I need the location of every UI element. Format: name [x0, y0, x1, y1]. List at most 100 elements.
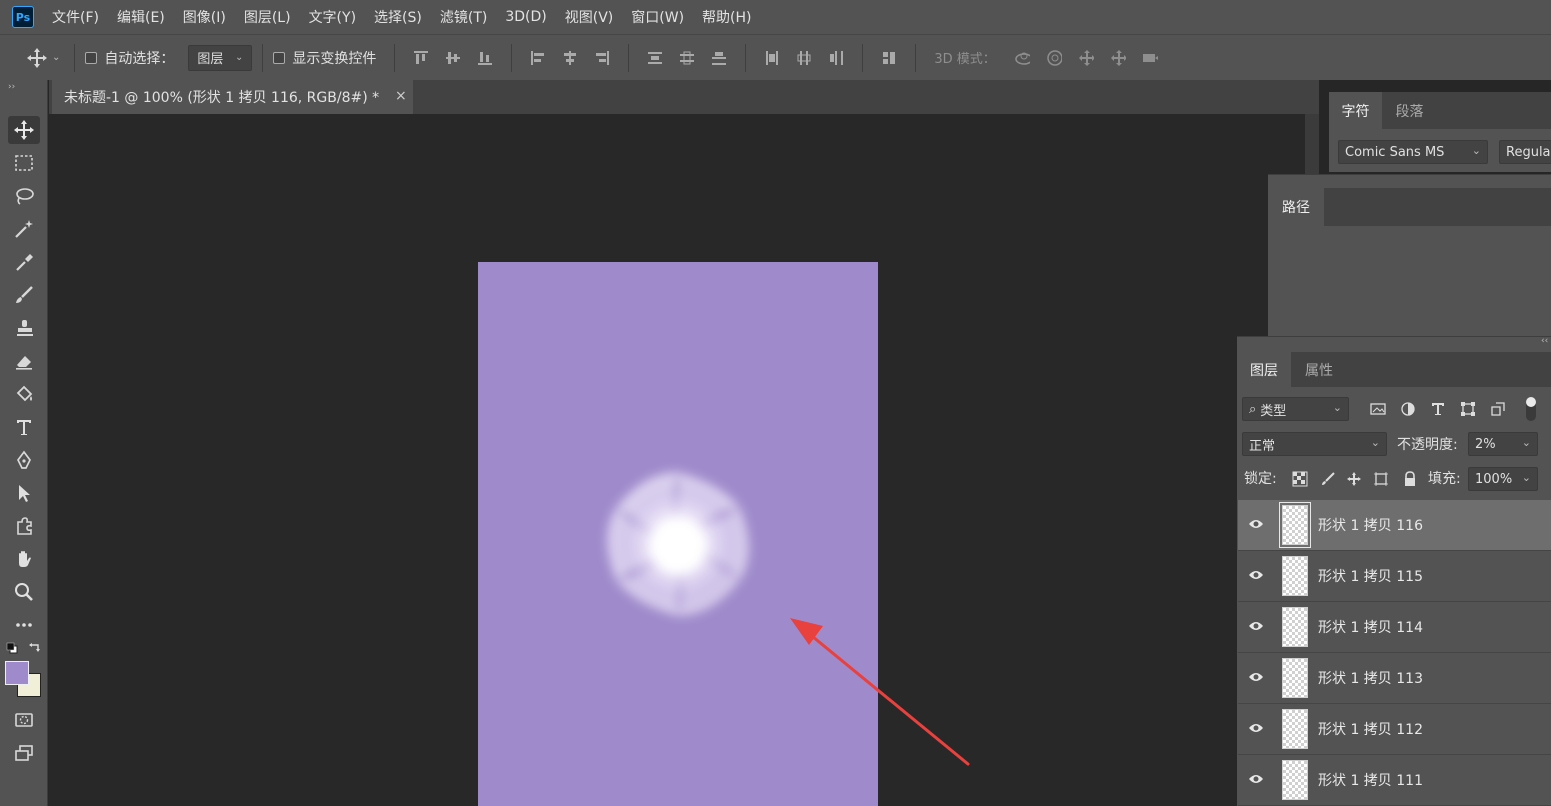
font-style-select[interactable]: Regular — [1499, 140, 1551, 164]
show-transform-checkbox[interactable] — [273, 51, 286, 64]
distribute-left-icon[interactable] — [764, 50, 780, 66]
default-colors-icon[interactable] — [6, 642, 18, 654]
distribute-bottom-icon[interactable] — [711, 50, 727, 66]
align-top-icon[interactable] — [413, 50, 429, 66]
menu-3d[interactable]: 3D(D) — [505, 9, 546, 25]
filter-adjustment-icon[interactable] — [1400, 401, 1416, 417]
distribute-hcenter-icon[interactable] — [796, 50, 812, 66]
collapse-toolbar-icon[interactable]: ›› — [8, 82, 15, 92]
distribute-top-icon[interactable] — [647, 50, 663, 66]
filter-pixel-icon[interactable] — [1370, 401, 1386, 417]
eye-icon[interactable] — [1248, 722, 1264, 734]
clone-stamp-tool[interactable] — [8, 314, 40, 342]
align-bottom-icon[interactable] — [477, 50, 493, 66]
menu-window[interactable]: 窗口(W) — [631, 7, 684, 27]
path-selection-tool[interactable] — [8, 479, 40, 507]
align-hcenter-icon[interactable] — [562, 50, 578, 66]
align-vcenter-icon[interactable] — [445, 50, 461, 66]
tab-layers[interactable]: 图层 — [1237, 352, 1291, 387]
auto-select-checkbox[interactable] — [85, 51, 98, 64]
pen-tool[interactable] — [8, 446, 40, 474]
layer-row[interactable]: 形状 1 拷贝 112 — [1238, 704, 1551, 755]
brush-tool[interactable] — [8, 281, 40, 309]
menu-image[interactable]: 图像(I) — [183, 7, 226, 27]
custom-shape-tool[interactable] — [8, 512, 40, 540]
layer-row[interactable]: 形状 1 拷贝 116 — [1238, 500, 1551, 551]
3d-slide-icon[interactable] — [1110, 49, 1126, 66]
fill-input[interactable]: 100% ⌄ — [1468, 467, 1538, 491]
quick-mask-button[interactable] — [8, 706, 40, 734]
paint-bucket-tool[interactable] — [8, 380, 40, 408]
blend-mode-select[interactable]: 正常 ⌄ — [1242, 432, 1387, 456]
eye-icon[interactable] — [1248, 620, 1264, 632]
lock-image-pixels-icon[interactable] — [1320, 471, 1336, 487]
more-tools[interactable] — [8, 611, 40, 639]
eye-icon[interactable] — [1248, 518, 1264, 530]
tab-properties[interactable]: 属性 — [1291, 352, 1347, 387]
auto-select-target-dropdown[interactable]: 图层 ⌄ — [188, 44, 253, 71]
hand-tool[interactable] — [8, 545, 40, 573]
tab-paths[interactable]: 路径 — [1268, 188, 1324, 226]
marquee-tool[interactable] — [8, 149, 40, 177]
stamp-icon — [17, 320, 33, 336]
layer-row[interactable]: 形状 1 拷贝 114 — [1238, 602, 1551, 653]
3d-pan-icon[interactable] — [1078, 49, 1094, 66]
layer-name: 形状 1 拷贝 112 — [1318, 722, 1423, 738]
menu-layer[interactable]: 图层(L) — [244, 7, 291, 27]
move-tool[interactable] — [8, 116, 40, 144]
font-family-select[interactable]: Comic Sans MS ⌄ — [1338, 140, 1488, 164]
eye-icon[interactable] — [1248, 773, 1264, 785]
distribute-right-icon[interactable] — [828, 50, 844, 66]
menu-select[interactable]: 选择(S) — [374, 7, 422, 27]
eyedropper-tool[interactable] — [8, 248, 40, 276]
distribute-vcenter-icon[interactable] — [679, 50, 695, 66]
close-document-icon[interactable]: × — [395, 88, 407, 104]
menu-type[interactable]: 文字(Y) — [309, 7, 356, 27]
tab-paragraph[interactable]: 段落 — [1382, 92, 1437, 129]
opacity-input[interactable]: 2% ⌄ — [1468, 432, 1538, 456]
canvas-workspace[interactable] — [49, 114, 1305, 806]
menu-help[interactable]: 帮助(H) — [702, 7, 751, 27]
zoom-tool[interactable] — [8, 578, 40, 606]
move-tool-preset-icon[interactable]: ⌄ — [26, 47, 60, 69]
document-tab[interactable]: 未标题-1 @ 100% (形状 1 拷贝 116, RGB/8#) * × — [52, 80, 413, 114]
layer-filter-select[interactable]: ⌕ 类型 ⌄ — [1242, 397, 1349, 421]
magic-wand-tool[interactable] — [8, 215, 40, 243]
menu-filter[interactable]: 滤镜(T) — [440, 7, 487, 27]
layer-row[interactable]: 形状 1 拷贝 111 — [1238, 755, 1551, 806]
panel-collapse-icon[interactable]: ‹‹ — [1541, 336, 1548, 346]
align-right-icon[interactable] — [594, 50, 610, 66]
align-left-icon[interactable] — [530, 50, 546, 66]
3d-roll-icon[interactable] — [1046, 49, 1062, 66]
lasso-tool[interactable] — [8, 182, 40, 210]
type-tool[interactable] — [8, 413, 40, 441]
lock-artboard-icon[interactable] — [1373, 471, 1389, 487]
character-panel-tabs: 字符 段落 — [1329, 92, 1551, 129]
ellipsis-icon — [16, 623, 32, 627]
eye-icon[interactable] — [1248, 671, 1264, 683]
menu-view[interactable]: 视图(V) — [565, 7, 614, 27]
foreground-color-swatch[interactable] — [5, 661, 29, 685]
filter-shape-icon[interactable] — [1460, 401, 1476, 417]
auto-align-icon[interactable] — [881, 50, 897, 66]
eye-icon[interactable] — [1248, 569, 1264, 581]
screen-mode-button[interactable] — [8, 739, 40, 767]
quick-mask-icon — [15, 713, 33, 727]
menu-edit[interactable]: 编辑(E) — [117, 7, 165, 27]
3d-orbit-icon[interactable] — [1014, 50, 1030, 66]
filter-smart-object-icon[interactable] — [1490, 401, 1506, 417]
layer-row[interactable]: 形状 1 拷贝 113 — [1238, 653, 1551, 704]
photoshop-logo-icon[interactable]: Ps — [12, 6, 34, 28]
3d-camera-icon[interactable] — [1142, 50, 1158, 66]
lock-transparent-pixels-icon[interactable] — [1292, 471, 1308, 487]
tab-character[interactable]: 字符 — [1329, 92, 1382, 129]
separator — [745, 43, 747, 72]
menu-file[interactable]: 文件(F) — [52, 7, 99, 27]
filter-toggle-switch[interactable] — [1526, 397, 1536, 421]
lock-all-icon[interactable] — [1402, 471, 1418, 487]
layer-row[interactable]: 形状 1 拷贝 115 — [1238, 551, 1551, 602]
eraser-tool[interactable] — [8, 347, 40, 375]
filter-type-icon[interactable] — [1430, 401, 1446, 417]
lock-position-icon[interactable] — [1346, 471, 1362, 487]
swap-colors-icon[interactable] — [28, 641, 42, 655]
